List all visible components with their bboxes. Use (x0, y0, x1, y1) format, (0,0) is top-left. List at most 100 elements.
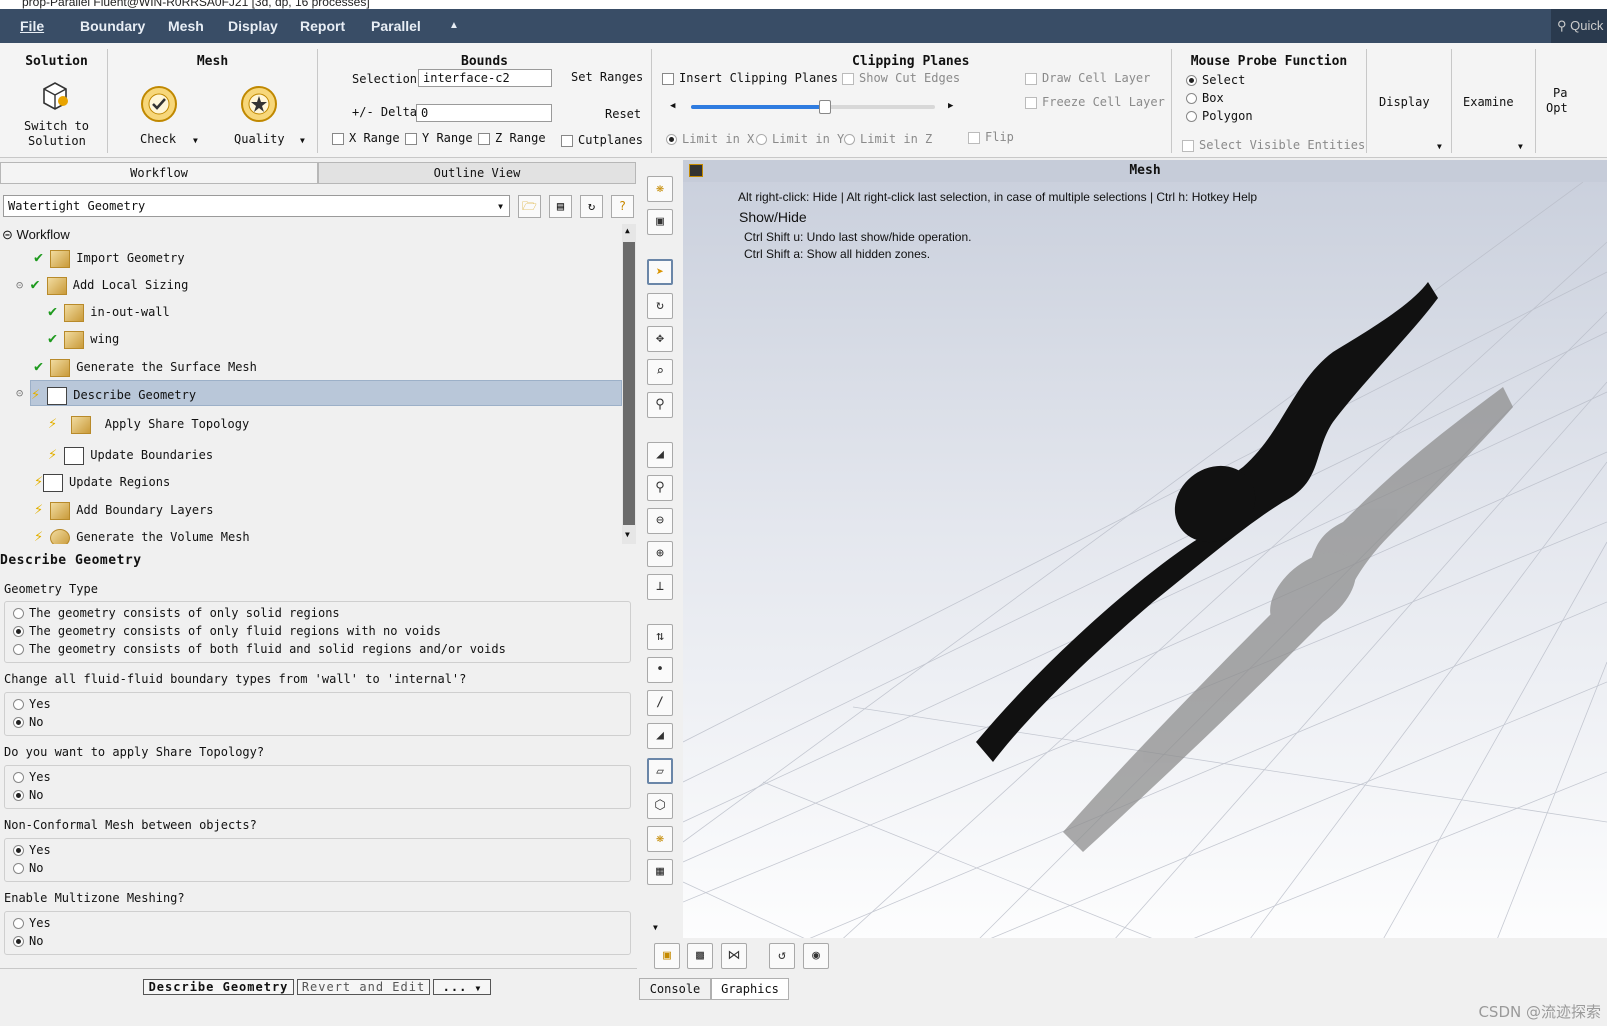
show-cut-edges-checkbox[interactable]: Show Cut Edges (842, 71, 960, 85)
insert-clipping-checkbox[interactable]: Insert Clipping Planes (662, 71, 838, 85)
z-range-checkbox[interactable]: Z Range (478, 131, 546, 145)
open-folder-icon[interactable]: 🗁 (518, 195, 541, 218)
reset-button[interactable]: Reset (605, 107, 641, 121)
tree-item-update-regions[interactable]: ⚡ Update Regions (34, 468, 170, 494)
eye-icon[interactable]: ◉ (803, 943, 829, 969)
tab-workflow[interactable]: Workflow (0, 162, 318, 184)
collapse-icon[interactable]: ⊝ (16, 380, 23, 406)
mesh-edges-icon[interactable]: ⋈ (721, 943, 747, 969)
quality-label[interactable]: Quality (234, 132, 285, 146)
set-ranges-button[interactable]: Set Ranges (571, 70, 643, 84)
examine-button[interactable]: Examine (1463, 95, 1514, 109)
workflow-type-select[interactable]: Watertight Geometry ▼ (3, 195, 510, 217)
cell-select-icon[interactable]: ⬡ (647, 793, 673, 819)
quality-icon[interactable] (240, 85, 278, 126)
zoom-selection-icon[interactable]: ⊕ (647, 541, 673, 567)
tab-console[interactable]: Console (639, 978, 711, 1000)
undo-icon[interactable]: ↺ (769, 943, 795, 969)
menu-display[interactable]: Display (228, 18, 278, 34)
select-visible-checkbox[interactable]: Select Visible Entities (1182, 138, 1365, 152)
axes-icon[interactable]: ⊥ (647, 574, 673, 600)
non-conformal-no[interactable]: No (13, 861, 43, 875)
window-menu-icon[interactable] (689, 164, 703, 177)
probe-box-radio[interactable]: Box (1186, 91, 1224, 105)
pa-opt-label-1[interactable]: Pa (1553, 86, 1567, 100)
non-conformal-yes[interactable]: Yes (13, 843, 51, 857)
collapse-ribbon-icon[interactable]: ▲ (449, 20, 459, 31)
zoom-in-out-icon[interactable]: ⌕ (647, 359, 673, 385)
draw-cell-layer-checkbox[interactable]: Draw Cell Layer (1025, 71, 1150, 85)
graphics-window[interactable]: Mesh Alt right-click: Hide | Alt right-c… (683, 160, 1607, 975)
toolbar-expand-icon[interactable]: ▼ (653, 923, 658, 932)
face-select-icon[interactable]: ◢ (647, 723, 673, 749)
node-select-icon[interactable]: • (647, 657, 673, 683)
tab-outline-view[interactable]: Outline View (318, 162, 636, 184)
edge-select-icon[interactable]: ∕ (647, 690, 673, 716)
menu-file[interactable]: File (20, 18, 44, 34)
limit-x-radio[interactable]: Limit in X (666, 132, 754, 146)
zone-select-icon[interactable]: ▱ (647, 758, 673, 784)
x-range-checkbox[interactable]: X Range (332, 131, 400, 145)
pa-opt-label-2[interactable]: Opt (1546, 101, 1568, 115)
probe-select-radio[interactable]: Select (1186, 73, 1245, 87)
switch-solution-icon[interactable] (38, 79, 72, 113)
filter-icon[interactable]: ▦ (647, 859, 673, 885)
cutplanes-checkbox[interactable]: Cutplanes (561, 133, 643, 147)
pan-icon[interactable]: ✥ (647, 326, 673, 352)
tree-item-in-out-wall[interactable]: ✔ in-out-wall (48, 298, 170, 324)
fluid-fluid-no[interactable]: No (13, 715, 43, 729)
tree-item-describe-geometry[interactable]: ⚡ Describe Geometry (30, 380, 622, 406)
tree-scrollbar[interactable]: ▲ ▼ (622, 224, 636, 544)
freeze-cell-layer-checkbox[interactable]: Freeze Cell Layer (1025, 95, 1165, 109)
flip-checkbox[interactable]: Flip (968, 130, 1014, 144)
slider-right-arrow-icon[interactable]: ▶ (948, 101, 953, 111)
zoom-to-fit-icon[interactable]: ⚲ (647, 475, 673, 501)
fit-to-window-icon[interactable]: ◢ (647, 442, 673, 468)
clipping-slider[interactable] (691, 100, 935, 114)
multizone-no[interactable]: No (13, 934, 43, 948)
quality-dropdown-icon[interactable]: ▼ (300, 136, 305, 145)
tree-item-update-boundaries[interactable]: ⚡ Update Boundaries (48, 441, 213, 467)
examine-dropdown-icon[interactable]: ▼ (1518, 142, 1523, 151)
menu-parallel[interactable]: Parallel (371, 18, 421, 34)
fluid-fluid-yes[interactable]: Yes (13, 697, 51, 711)
slider-left-arrow-icon[interactable]: ◀ (670, 101, 675, 111)
check-dropdown-icon[interactable]: ▼ (193, 136, 198, 145)
tree-item-volume-mesh[interactable]: ⚡ Generate the Volume Mesh (34, 523, 250, 544)
menu-boundary[interactable]: Boundary (80, 18, 145, 34)
zoom-box-icon[interactable]: ⚲ (647, 392, 673, 418)
multizone-yes[interactable]: Yes (13, 916, 51, 930)
scroll-up-icon[interactable]: ▲ (625, 226, 630, 235)
tree-item-add-local-sizing[interactable]: ⊝ ✔ Add Local Sizing (16, 271, 188, 297)
share-topology-yes[interactable]: Yes (13, 770, 51, 784)
geom-opt-both[interactable]: The geometry consists of both fluid and … (13, 642, 506, 656)
orient-axes-icon[interactable]: ⇅ (647, 624, 673, 650)
tree-item-wing[interactable]: ✔ wing (48, 325, 119, 351)
check-label[interactable]: Check (140, 132, 176, 146)
selection-input[interactable]: interface-c2 (418, 69, 552, 87)
probe-polygon-radio[interactable]: Polygon (1186, 109, 1253, 123)
more-options-button[interactable]: ... ▼ (433, 979, 491, 995)
display-button[interactable]: Display (1379, 95, 1430, 109)
limit-y-radio[interactable]: Limit in Y (756, 132, 844, 146)
collapse-icon[interactable]: ⊝ (2, 227, 13, 242)
revert-edit-button[interactable]: Revert and Edit (297, 979, 430, 995)
help-icon[interactable]: ? (611, 195, 634, 218)
save-icon[interactable]: ▤ (549, 195, 572, 218)
display-dropdown-icon[interactable]: ▼ (1437, 142, 1442, 151)
pointer-icon[interactable]: ➤ (647, 259, 673, 285)
clipping-slider-thumb[interactable] (819, 100, 832, 114)
geom-opt-fluid[interactable]: The geometry consists of only fluid regi… (13, 624, 441, 638)
tree-item-share-topology[interactable]: ⚡ Apply Share Topology (48, 410, 249, 436)
quick-search[interactable]: ⚲ Quick (1551, 9, 1607, 43)
body-select-icon[interactable]: ❋ (647, 826, 673, 852)
geom-opt-solid[interactable]: The geometry consists of only solid regi… (13, 606, 340, 620)
check-icon[interactable] (140, 85, 178, 126)
y-range-checkbox[interactable]: Y Range (405, 131, 473, 145)
rotate-icon[interactable]: ↻ (647, 293, 673, 319)
menu-report[interactable]: Report (300, 18, 345, 34)
tree-item-surface-mesh[interactable]: ✔ Generate the Surface Mesh (34, 353, 257, 379)
collapse-icon[interactable]: ⊝ (16, 278, 23, 292)
section-view-icon[interactable]: ▣ (654, 943, 680, 969)
refresh-icon[interactable]: ↻ (580, 195, 603, 218)
